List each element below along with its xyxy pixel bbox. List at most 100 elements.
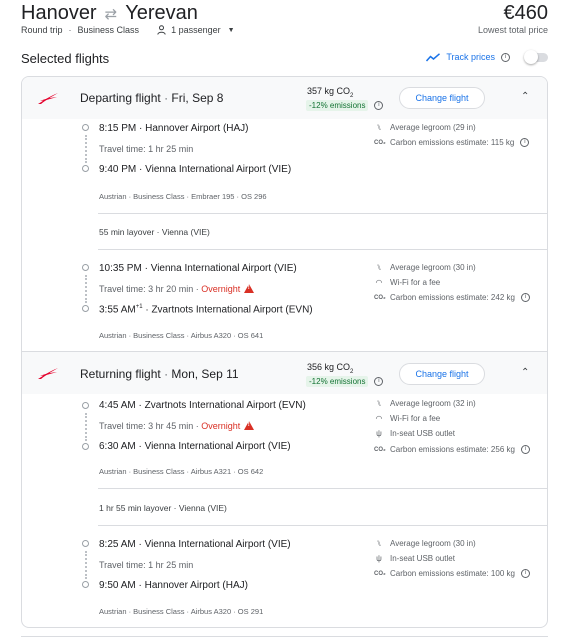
co2-value: 357 kg CO <box>307 86 351 96</box>
amenity-emissions: CO₂ Carbon emissions estimate: 100 kg i <box>374 569 530 578</box>
co2-icon: CO₂ <box>374 294 386 301</box>
track-prices[interactable]: Track prices i <box>426 49 548 64</box>
returning-date: Mon, Sep 11 <box>171 367 239 381</box>
amenity-emissions: CO₂ Carbon emissions estimate: 242 kg i <box>374 293 530 302</box>
change-returning-flight-button[interactable]: Change flight <box>399 363 485 385</box>
amenity-emissions: CO₂ Carbon emissions estimate: 115 kg i <box>374 138 530 147</box>
amenity-label: In-seat USB outlet <box>390 429 455 438</box>
timeline-start-dot <box>82 402 89 409</box>
layover-info: 55 min layover · Vienna (VIE) <box>99 227 210 237</box>
timeline-dots <box>85 551 87 579</box>
arr-time: 9:40 PM <box>99 164 137 175</box>
amenity-usb: ψ In-seat USB outlet <box>374 554 455 563</box>
info-icon[interactable]: i <box>374 377 384 386</box>
separator-dot: · <box>141 263 151 274</box>
amenity-legroom: ⑊ Average legroom (29 in) <box>374 123 476 132</box>
arrival-row: 6:30 AM · Vienna International Airport (… <box>99 441 291 452</box>
timeline-start-dot <box>82 264 89 271</box>
person-icon <box>157 25 166 35</box>
info-icon[interactable]: i <box>520 293 530 302</box>
dep-time: 8:15 PM <box>99 123 137 134</box>
amenity-label: Wi-Fi for a fee <box>390 278 441 287</box>
separator-dot: · <box>135 539 145 550</box>
returning-emissions: -12% emissions i <box>306 376 384 387</box>
info-icon[interactable]: i <box>501 52 510 62</box>
flight-meta: Austrian · Business Class · Embraer 195 … <box>99 192 267 201</box>
returning-flight-heading: Returning flight · Mon, Sep 11 <box>80 367 239 381</box>
timeline-start-dot <box>82 124 89 131</box>
track-prices-label: Track prices <box>446 52 495 62</box>
separator-dot: · <box>136 164 146 175</box>
dep-airport: Zvartnots International Airport (EVN) <box>144 400 306 411</box>
co2-icon: CO₂ <box>374 139 386 146</box>
info-icon[interactable]: i <box>520 138 530 147</box>
travel-time: Travel time: 3 hr 45 min · Overnight <box>99 421 255 431</box>
origin-city: Hanover <box>21 2 97 24</box>
returning-co2: 356 kg CO2 <box>307 362 353 375</box>
flight-meta: Austrian · Business Class · Airbus A320 … <box>99 607 264 616</box>
separator-dot: · <box>135 400 145 411</box>
passenger-selector[interactable]: 1 passenger ▼ <box>157 25 235 35</box>
timeline-end-dot <box>82 581 89 588</box>
wifi-icon: ◠ <box>375 278 383 287</box>
austrian-logo-icon <box>38 368 58 379</box>
info-icon[interactable]: i <box>520 445 530 454</box>
amenity-label: Carbon emissions estimate: 256 kg <box>390 445 515 454</box>
warning-icon <box>244 421 255 430</box>
seat-icon: ⑊ <box>376 539 382 548</box>
trip-type: Round trip <box>21 25 63 35</box>
emissions-badge: -12% emissions <box>306 376 369 387</box>
timeline-start-dot <box>82 540 89 547</box>
departing-date: Fri, Sep 8 <box>171 91 224 105</box>
separator-dot: · <box>135 580 145 591</box>
amenity-emissions: CO₂ Carbon emissions estimate: 256 kg i <box>374 445 530 454</box>
dep-time: 10:35 PM <box>99 263 142 274</box>
arrival-row: 9:50 AM · Hannover Airport (HAJ) <box>99 580 248 591</box>
departing-co2: 357 kg CO2 <box>307 86 353 99</box>
emissions-badge: -12% emissions <box>306 100 369 111</box>
price-note: Lowest total price <box>477 25 548 35</box>
track-prices-toggle[interactable] <box>524 49 548 64</box>
overnight-label: Overnight <box>201 284 241 294</box>
amenity-label: Average legroom (32 in) <box>390 399 476 408</box>
amenity-label: Average legroom (29 in) <box>390 123 476 132</box>
chevron-up-icon[interactable]: ⌃ <box>521 91 529 102</box>
trip-summary: Round trip · Business Class 1 passenger … <box>21 25 235 35</box>
divider <box>98 249 547 250</box>
amenity-label: Carbon emissions estimate: 115 kg <box>390 138 515 147</box>
amenity-label: Average legroom (30 in) <box>390 539 476 548</box>
separator-dot: · <box>136 123 146 134</box>
timeline-end-dot <box>82 305 89 312</box>
dep-airport: Vienna International Airport (VIE) <box>144 539 291 550</box>
divider <box>98 488 547 489</box>
travel-duration: Travel time: 3 hr 20 min · <box>99 284 202 294</box>
travel-time: Travel time: 3 hr 20 min · Overnight <box>99 284 255 294</box>
warning-icon <box>244 284 255 293</box>
travel-time: Travel time: 1 hr 25 min <box>99 560 194 570</box>
seat-icon: ⑊ <box>376 263 382 272</box>
timeline-dots <box>85 135 87 163</box>
info-icon[interactable]: i <box>374 101 384 110</box>
divider <box>98 525 547 526</box>
travel-time: Travel time: 1 hr 25 min <box>99 144 194 154</box>
timeline-end-dot <box>82 165 89 172</box>
chevron-up-icon[interactable]: ⌃ <box>521 367 529 378</box>
arrival-row: 9:40 PM · Vienna International Airport (… <box>99 164 291 175</box>
arr-airport: Vienna International Airport (VIE) <box>144 441 291 452</box>
amenity-wifi: ◠ Wi-Fi for a fee <box>374 278 441 287</box>
timeline-end-dot <box>82 443 89 450</box>
seat-icon: ⑊ <box>376 123 382 132</box>
timeline-dots <box>85 275 87 303</box>
destination-city: Yerevan <box>125 2 198 24</box>
caret-down-icon: ▼ <box>227 26 235 34</box>
amenity-legroom: ⑊ Average legroom (30 in) <box>374 539 476 548</box>
next-card-edge <box>21 636 548 637</box>
info-icon[interactable]: i <box>520 569 530 578</box>
arrows-swap-icon: ⇄ <box>104 5 118 23</box>
amenity-wifi: ◠ Wi-Fi for a fee <box>374 414 441 423</box>
co2-value: 356 kg CO <box>307 362 351 372</box>
layover-info: 1 hr 55 min layover · Vienna (VIE) <box>99 503 227 513</box>
wifi-icon: ◠ <box>375 414 383 423</box>
amenity-label: Average legroom (30 in) <box>390 263 476 272</box>
change-departing-flight-button[interactable]: Change flight <box>399 87 485 109</box>
